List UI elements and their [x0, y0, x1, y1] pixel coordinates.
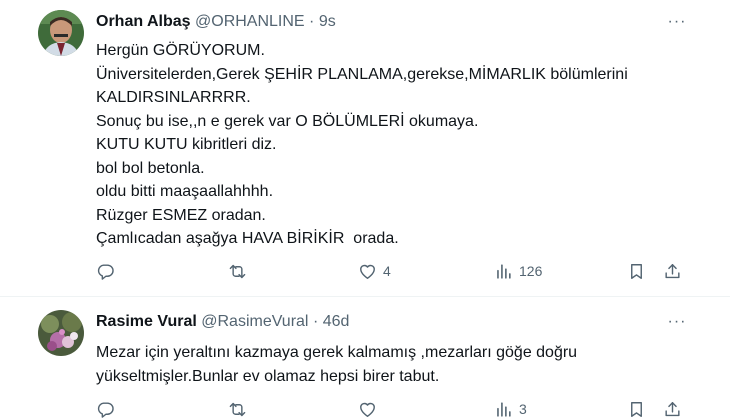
reply-icon [97, 401, 114, 418]
share-button[interactable] [663, 399, 682, 419]
timestamp[interactable]: 9s [319, 13, 336, 30]
action-bar: 3 [96, 399, 688, 419]
author-name[interactable]: Rasime Vural [96, 313, 197, 330]
author-handle[interactable]: @ORHANLINE [195, 13, 305, 30]
tweet-header: Rasime Vural @RasimeVural · 46d [96, 312, 349, 332]
view-count: 3 [519, 401, 527, 417]
reply-button[interactable] [96, 399, 121, 419]
heart-icon [360, 402, 375, 417]
tweet[interactable]: Orhan Albaş @ORHANLINE · 9s ··· Hergün G… [0, 0, 730, 297]
views-icon [497, 263, 511, 279]
share-icon [665, 263, 680, 278]
avatar[interactable] [38, 10, 84, 56]
action-bar: 4 126 [96, 261, 688, 281]
like-count: 4 [383, 263, 391, 279]
bookmark-icon [631, 401, 642, 417]
like-button[interactable]: 4 [358, 261, 391, 281]
retweet-icon [229, 264, 246, 278]
share-button[interactable] [663, 261, 682, 281]
views-button[interactable]: 126 [494, 261, 542, 281]
avatar[interactable] [38, 310, 84, 356]
reply-button[interactable] [96, 261, 121, 281]
more-options-icon[interactable]: ··· [662, 312, 692, 332]
bookmark-button[interactable] [627, 261, 646, 281]
reply-icon [97, 263, 114, 280]
timestamp[interactable]: 46d [323, 313, 350, 330]
separator: · [309, 13, 315, 30]
view-count: 126 [519, 263, 543, 279]
retweet-button[interactable] [228, 261, 253, 281]
separator: · [312, 313, 319, 330]
tweet-header: Orhan Albaş @ORHANLINE · 9s [96, 12, 336, 32]
tweet-text: Mezar için yeraltını kazmaya gerek kalma… [96, 344, 578, 385]
retweet-icon [229, 402, 246, 416]
tweet[interactable]: Rasime Vural @RasimeVural · 46d ··· Meza… [0, 298, 730, 420]
bookmark-icon [631, 263, 642, 279]
retweet-button[interactable] [228, 399, 253, 419]
author-name[interactable]: Orhan Albaş [96, 13, 191, 30]
author-handle[interactable]: @RasimeVural [201, 313, 308, 330]
views-icon [497, 401, 511, 417]
tweet-text: Hergün GÖRÜYORUM. Üniversitelerden,Gerek… [96, 42, 628, 247]
more-options-icon[interactable]: ··· [662, 12, 692, 32]
like-button[interactable] [358, 399, 383, 419]
bookmark-button[interactable] [627, 399, 646, 419]
views-button[interactable]: 3 [494, 399, 527, 419]
share-icon [665, 401, 680, 416]
heart-icon [360, 264, 375, 279]
